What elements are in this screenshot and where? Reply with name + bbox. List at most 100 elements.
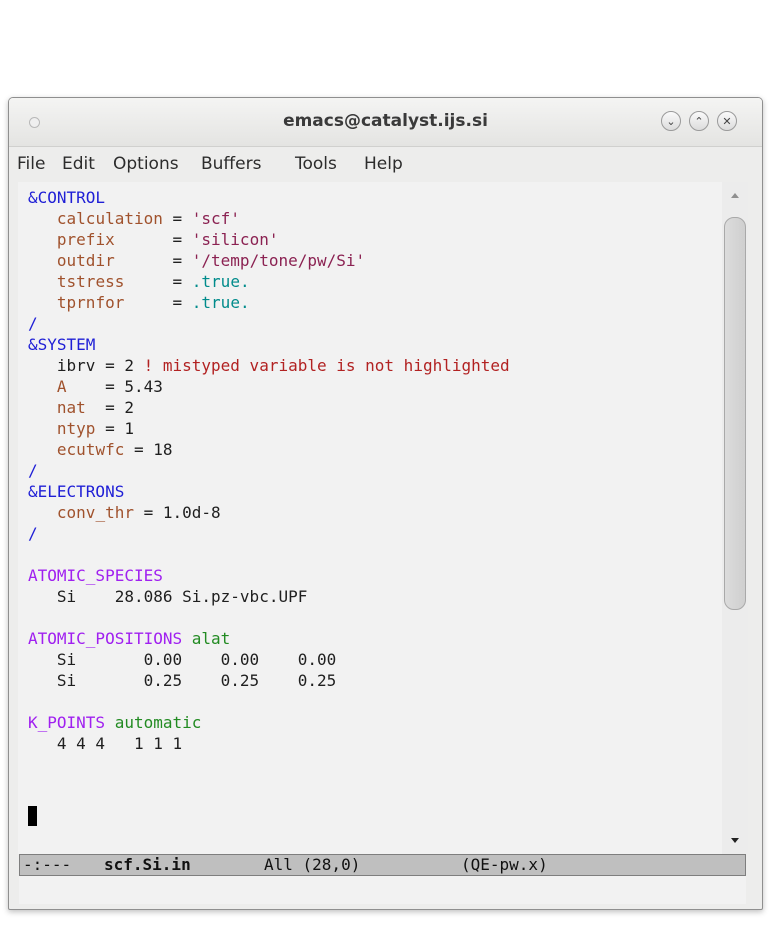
code-token: .true. (191, 293, 250, 312)
scroll-down-arrow-icon[interactable] (731, 838, 739, 843)
code-token: = 18 (124, 440, 173, 459)
menu-file[interactable]: File (17, 154, 45, 174)
code-line[interactable]: outdir = '/temp/tone/pw/Si' (28, 250, 365, 271)
code-line[interactable]: A = 5.43 (28, 376, 163, 397)
scrollbar-thumb[interactable] (724, 217, 746, 610)
menu-edit[interactable]: Edit (62, 154, 95, 174)
code-line[interactable]: K_POINTS automatic (28, 712, 201, 733)
code-line[interactable]: tstress = .true. (28, 271, 250, 292)
menu-options[interactable]: Options (113, 154, 179, 174)
text-cursor (28, 806, 37, 826)
code-token: = (114, 230, 192, 249)
code-token: = 2 (85, 398, 134, 417)
code-token: A (56, 377, 67, 396)
window-title: emacs@catalyst.ijs.si (283, 111, 488, 131)
code-token: K_POINTS (28, 713, 106, 732)
code-token: ntyp (56, 419, 96, 438)
code-token: nat (56, 398, 86, 417)
code-line[interactable]: ntyp = 1 (28, 418, 134, 439)
code-token: 'silicon' (191, 230, 279, 249)
code-token: / (28, 524, 38, 543)
code-token: = 1.0d-8 (133, 503, 221, 522)
code-line[interactable]: nat = 2 (28, 397, 134, 418)
close-button[interactable]: ✕ (717, 111, 737, 131)
code-token: automatic (105, 713, 202, 732)
code-line[interactable]: Si 0.00 0.00 0.00 (28, 649, 336, 670)
code-token: tstress (56, 272, 125, 291)
code-line[interactable]: conv_thr = 1.0d-8 (28, 502, 221, 523)
vertical-scrollbar[interactable] (722, 182, 748, 854)
code-line[interactable]: / (28, 313, 38, 334)
code-line[interactable]: / (28, 460, 38, 481)
code-token: ibrv = 2 (28, 356, 144, 375)
code-token: ecutwfc (56, 440, 125, 459)
editor-buffer[interactable]: &CONTROL calculation = 'scf' prefix = 's… (18, 182, 723, 854)
code-line[interactable]: prefix = 'silicon' (28, 229, 279, 250)
code-token: outdir (56, 251, 115, 270)
code-token: = (162, 209, 192, 228)
code-line[interactable]: 4 4 4 1 1 1 (28, 733, 182, 754)
minibuffer[interactable] (19, 876, 746, 904)
code-line[interactable]: ecutwfc = 18 (28, 439, 173, 460)
code-token: '/temp/tone/pw/Si' (191, 251, 366, 270)
code-line[interactable]: ibrv = 2 ! mistyped variable is not high… (28, 355, 510, 376)
code-token: = 1 (95, 419, 134, 438)
code-token: .true. (191, 272, 250, 291)
title-bar[interactable]: emacs@catalyst.ijs.si ⌄ ⌃ ✕ (9, 98, 762, 147)
code-line[interactable]: ATOMIC_SPECIES (28, 565, 163, 586)
code-line[interactable]: &SYSTEM (28, 334, 95, 355)
code-token: = (114, 251, 192, 270)
code-line[interactable]: / (28, 523, 38, 544)
code-line[interactable]: ATOMIC_POSITIONS alat (28, 628, 230, 649)
code-token: ATOMIC_POSITIONS (28, 629, 183, 648)
modeline-status: -:--- (23, 855, 72, 874)
code-token: / (28, 461, 38, 480)
mode-line: -:--- scf.Si.in All (28,0) (QE-pw.x) (19, 854, 746, 876)
code-token: calculation (56, 209, 163, 228)
code-token: Si 28.086 Si.pz-vbc.UPF (28, 587, 308, 606)
modeline-position: All (28,0) (264, 855, 361, 874)
code-token: / (28, 314, 38, 333)
code-token: Si 0.25 0.25 0.25 (28, 671, 337, 690)
code-line[interactable]: tprnfor = .true. (28, 292, 250, 313)
modeline-major-mode[interactable]: (QE-pw.x) (461, 855, 548, 875)
code-token: alat (182, 629, 231, 648)
menu-tools[interactable]: Tools (295, 154, 337, 174)
code-token: &CONTROL (28, 188, 106, 207)
minimize-button[interactable]: ⌄ (661, 111, 681, 131)
maximize-button[interactable]: ⌃ (689, 111, 709, 131)
code-token: &SYSTEM (28, 335, 96, 354)
code-line[interactable]: Si 28.086 Si.pz-vbc.UPF (28, 586, 307, 607)
code-token: conv_thr (56, 503, 134, 522)
code-token: ATOMIC_SPECIES (28, 566, 163, 585)
code-token: Si 0.00 0.00 0.00 (28, 650, 337, 669)
menu-help[interactable]: Help (364, 154, 403, 174)
code-token: &ELECTRONS (28, 482, 125, 501)
code-line[interactable]: &ELECTRONS (28, 481, 124, 502)
code-line[interactable]: calculation = 'scf' (28, 208, 240, 229)
scroll-up-arrow-icon[interactable] (731, 193, 739, 198)
code-token: prefix (56, 230, 115, 249)
code-token: = (124, 293, 192, 312)
menu-bar: File Edit Options Buffers Tools Help (9, 147, 762, 183)
code-line[interactable]: &CONTROL (28, 187, 105, 208)
code-token: ! mistyped variable is not highlighted (143, 356, 510, 375)
code-token: = (124, 272, 192, 291)
code-token: 4 4 4 1 1 1 (28, 734, 183, 753)
code-token: = 5.43 (66, 377, 163, 396)
menu-buffers[interactable]: Buffers (201, 154, 261, 174)
code-token: 'scf' (191, 209, 240, 228)
code-token: tprnfor (56, 293, 125, 312)
modeline-buffer-name[interactable]: scf.Si.in (104, 855, 191, 875)
code-line[interactable]: Si 0.25 0.25 0.25 (28, 670, 336, 691)
emacs-window: emacs@catalyst.ijs.si ⌄ ⌃ ✕ File Edit Op… (8, 97, 763, 910)
